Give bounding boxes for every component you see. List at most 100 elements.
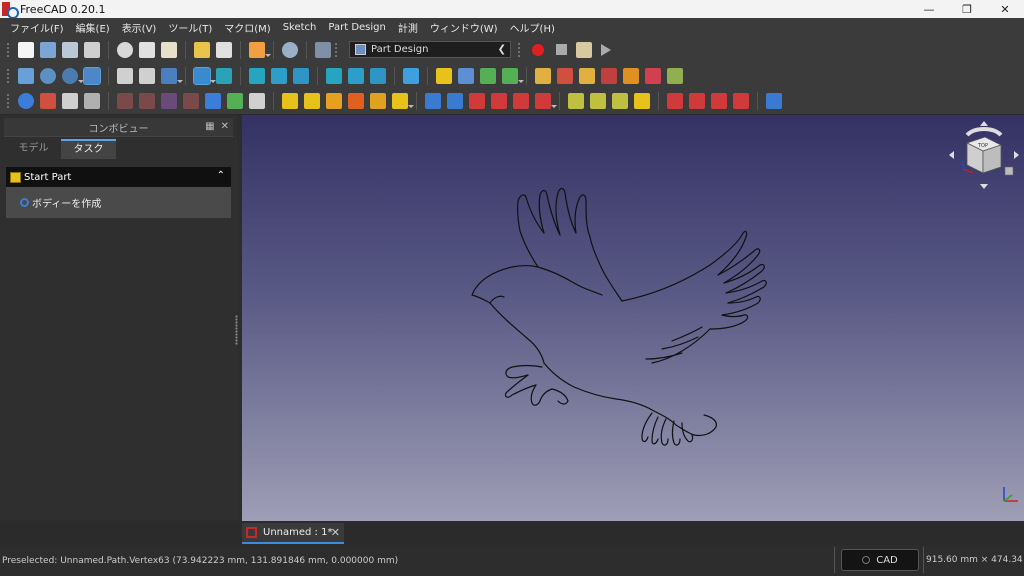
draw-style-icon[interactable] — [62, 67, 84, 84]
close-panel-icon[interactable]: ✕ — [221, 121, 229, 132]
print-icon[interactable] — [84, 41, 100, 58]
create-body-link[interactable]: ボディーを作成 — [32, 195, 101, 210]
subtractive-primitive-icon[interactable] — [535, 93, 557, 109]
arrow-left-icon[interactable] — [949, 151, 954, 159]
bottom-view-icon[interactable] — [326, 67, 342, 84]
datum-line-icon[interactable] — [139, 93, 155, 109]
macro-stop-icon[interactable] — [556, 44, 567, 55]
top-view-icon[interactable] — [249, 67, 265, 84]
sub-shape-binder-icon[interactable] — [205, 93, 221, 109]
fit-all-icon[interactable] — [18, 67, 34, 84]
close-button[interactable]: ✕ — [986, 0, 1024, 18]
clone-icon[interactable] — [623, 67, 639, 84]
paste-icon[interactable] — [161, 41, 177, 58]
draft-icon[interactable] — [711, 93, 727, 109]
multi-transform-icon[interactable] — [634, 93, 650, 109]
mirror-sketch-icon[interactable] — [645, 67, 661, 84]
maximize-button[interactable]: ❐ — [948, 0, 986, 18]
axonometric-icon[interactable] — [370, 67, 386, 84]
pocket-icon[interactable] — [425, 93, 441, 109]
front-view-icon[interactable] — [216, 67, 232, 84]
pipe-icon[interactable] — [348, 93, 364, 109]
close-tab-icon[interactable]: ✕ — [331, 526, 340, 539]
create-sketch-icon[interactable] — [557, 67, 573, 84]
menu-view[interactable]: 表示(V) — [116, 20, 163, 35]
shape-binder-2-icon[interactable] — [249, 93, 265, 109]
toolbar-grip[interactable] — [517, 41, 521, 58]
sketch-view-icon[interactable] — [667, 67, 683, 84]
body-icon[interactable] — [18, 93, 34, 109]
save-icon[interactable] — [62, 41, 78, 58]
redo-icon[interactable] — [216, 41, 232, 58]
toolbar-grip[interactable] — [6, 41, 10, 58]
menu-help[interactable]: ヘルプ(H) — [504, 20, 561, 35]
new-sketch-icon[interactable] — [40, 93, 56, 109]
macro-run-icon[interactable] — [601, 43, 611, 56]
linear-pattern-icon[interactable] — [590, 93, 606, 109]
copy-icon[interactable] — [139, 41, 155, 58]
left-view-icon[interactable] — [348, 67, 364, 84]
toolbar-grip[interactable] — [6, 93, 10, 109]
menu-sketch[interactable]: Sketch — [277, 22, 323, 33]
navigation-style-button[interactable]: CAD — [841, 549, 919, 571]
measure-distance-icon[interactable] — [403, 67, 419, 84]
create-group-icon[interactable] — [458, 67, 474, 84]
create-part-icon[interactable] — [436, 67, 452, 84]
menu-part-design[interactable]: Part Design — [322, 22, 391, 33]
validate-sketch-icon[interactable] — [579, 67, 595, 84]
task-header[interactable]: Start Part ⌃ — [6, 167, 231, 187]
right-view-icon[interactable] — [271, 67, 287, 84]
arrow-down-icon[interactable] — [980, 184, 988, 189]
toolbar-grip[interactable] — [334, 41, 338, 58]
chamfer-icon[interactable] — [689, 93, 705, 109]
rear-view-icon[interactable] — [293, 67, 309, 84]
view-menu-icon[interactable] — [1004, 166, 1014, 176]
eagle-outline-path[interactable] — [471, 187, 767, 446]
groove-icon[interactable] — [469, 93, 485, 109]
document-tab[interactable]: Unnamed : 1* ✕ — [242, 523, 344, 544]
arrow-up-icon[interactable] — [980, 121, 988, 126]
tab-model[interactable]: モデル — [6, 139, 61, 159]
macro-edit-icon[interactable] — [576, 41, 592, 58]
pointer-help-icon[interactable] — [315, 41, 331, 58]
back-arrow-icon[interactable] — [117, 67, 133, 84]
toolbar-grip[interactable] — [6, 67, 10, 84]
macro-record-icon[interactable] — [532, 43, 544, 56]
open-file-icon[interactable] — [40, 41, 56, 58]
shape-binder-icon[interactable] — [84, 93, 100, 109]
fillet-icon[interactable] — [667, 93, 683, 109]
menu-tools[interactable]: ツール(T) — [162, 20, 218, 35]
whats-this-icon[interactable] — [249, 41, 271, 58]
bounding-box-icon[interactable] — [83, 66, 101, 85]
datum-point-icon[interactable] — [117, 93, 133, 109]
arrow-right-icon[interactable] — [1014, 151, 1019, 159]
3d-viewport[interactable]: TOP — [242, 115, 1024, 521]
subtractive-pipe-icon[interactable] — [513, 93, 529, 109]
new-file-icon[interactable] — [18, 41, 34, 58]
menu-window[interactable]: ウィンドウ(W) — [424, 20, 504, 35]
datum-plane-icon[interactable] — [161, 93, 177, 109]
panel-splitter[interactable] — [235, 315, 238, 345]
forward-arrow-icon[interactable] — [139, 67, 155, 84]
create-body-icon[interactable] — [535, 67, 551, 84]
menu-file[interactable]: ファイル(F) — [4, 20, 70, 35]
cut-icon[interactable] — [117, 41, 133, 58]
attach-sketch-icon[interactable] — [601, 67, 617, 84]
boolean-icon[interactable] — [766, 93, 782, 109]
local-cs-icon[interactable] — [183, 93, 199, 109]
sync-view-icon[interactable] — [161, 67, 183, 84]
hole-icon[interactable] — [447, 93, 463, 109]
chevron-up-icon[interactable]: ⌃ — [217, 170, 225, 181]
menu-measure[interactable]: 計測 — [392, 20, 424, 35]
undo-icon[interactable] — [194, 41, 210, 58]
rotate-arc-icon[interactable] — [965, 127, 1003, 137]
pad-icon[interactable] — [282, 93, 298, 109]
minimize-button[interactable]: — — [910, 0, 948, 18]
float-panel-icon[interactable]: ▦ — [205, 121, 214, 132]
link-icon[interactable] — [480, 67, 496, 84]
subtractive-loft-icon[interactable] — [491, 93, 507, 109]
navigation-cube[interactable]: TOP — [945, 117, 1023, 197]
mirrored-icon[interactable] — [568, 93, 584, 109]
helix-icon[interactable] — [370, 93, 386, 109]
workbench-selector[interactable]: Part Design ❮ — [349, 41, 511, 58]
